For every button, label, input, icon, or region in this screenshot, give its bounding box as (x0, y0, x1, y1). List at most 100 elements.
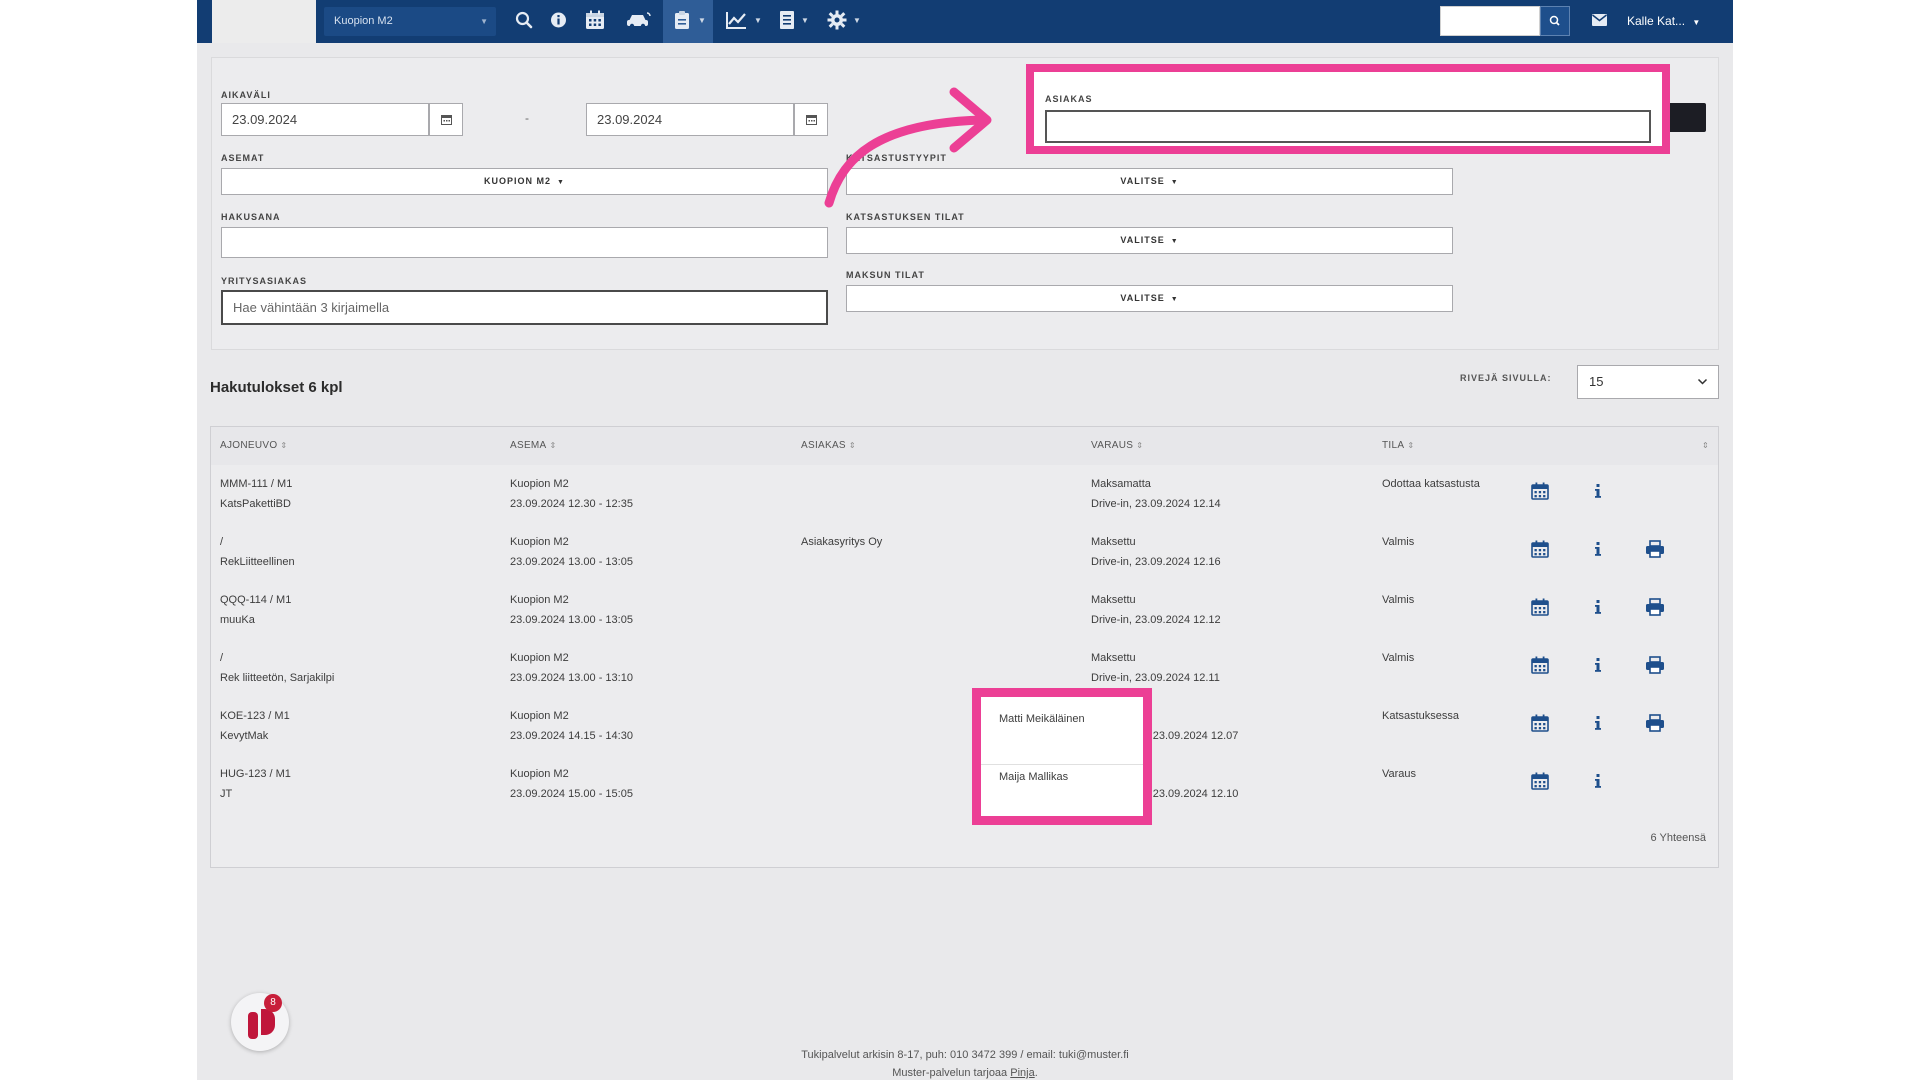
station-cell-line-2: 23.09.2024 13.00 - 13:05 (510, 614, 633, 626)
column-header-asema[interactable]: ASEMA ⇕ (510, 440, 557, 451)
date-range-separator: - (525, 111, 529, 125)
print-icon[interactable] (1645, 656, 1665, 676)
column-header-label: ASIAKAS (801, 440, 846, 451)
table-row[interactable]: / Rek liitteetön, Sarjakilpi Kuopion M2 23.… (211, 639, 1718, 698)
vehicle-cell-line-1: / (220, 536, 224, 548)
date-to-input[interactable]: 23.09.2024 (586, 103, 794, 136)
station-cell: Kuopion M2 23.09.2024 13.00 - 13:05 (510, 532, 633, 572)
status-cell-line-1: Katsastuksessa (1382, 710, 1460, 722)
clipboard-icon[interactable] (673, 10, 691, 30)
customer-name: Maija Mallikas (999, 771, 1069, 783)
calendar-icon[interactable] (1531, 482, 1551, 502)
status-cell: Odottaa katsastusta (1382, 474, 1480, 494)
column-header-actions[interactable]: ⇕ (1699, 440, 1709, 451)
column-header-label: AJONEUVO (220, 440, 278, 451)
print-icon[interactable] (1645, 540, 1665, 560)
info-icon[interactable] (1589, 714, 1609, 734)
gear-icon[interactable] (827, 10, 847, 30)
date-from-input[interactable]: 23.09.2024 (221, 103, 429, 136)
vehicle-cell: KOE-123 / M1 KevytMak (220, 706, 290, 746)
calendar-icon[interactable] (1531, 656, 1551, 676)
support-info: Tukipalvelut arkisin 8-17, puh: 010 3472… (801, 1049, 1129, 1061)
search-icon[interactable] (515, 10, 533, 30)
table-row[interactable]: / RekLiitteellinen Kuopion M2 23.09.2024 13… (211, 523, 1718, 582)
info-icon[interactable] (550, 10, 567, 30)
chart-icon[interactable] (725, 10, 747, 30)
status-cell-line-1: Varaus (1382, 768, 1417, 780)
calendar-icon[interactable] (1531, 598, 1551, 618)
document-icon[interactable] (779, 10, 795, 30)
hakusana-label: HAKUSANA (221, 212, 281, 222)
katsastuksen-tilat-select-value: VALITSE (1120, 235, 1165, 245)
asemat-label: ASEMAT (221, 153, 265, 163)
print-icon[interactable] (1645, 714, 1665, 734)
station-cell-line-2: 23.09.2024 13.00 - 13:05 (510, 556, 633, 568)
column-header-ajoneuvo[interactable]: AJONEUVO ⇕ (220, 440, 287, 451)
table-row[interactable]: KOE-123 / M1 KevytMak Kuopion M2 23.09.2024… (211, 697, 1718, 756)
chevron-down-icon (1697, 366, 1708, 410)
station-cell-line-1: Kuopion M2 (510, 478, 569, 490)
user-name: Kalle Kat... (1627, 14, 1686, 28)
column-header-varaus[interactable]: VARAUS ⇕ (1091, 440, 1143, 451)
column-header-asiakas[interactable]: ASIAKAS ⇕ (801, 440, 856, 451)
calendar-icon[interactable] (585, 10, 605, 30)
asemat-select[interactable]: KUOPION M2 ▼ (221, 168, 828, 195)
maksun-tilat-select[interactable]: VALITSE ▼ (846, 285, 1453, 312)
booking-cell: Maksettu Drive-in, 23.09.2024 12.16 (1091, 532, 1221, 572)
status-cell-line-1: Odottaa katsastusta (1382, 478, 1480, 490)
vehicle-cell: / RekLiitteellinen (220, 532, 295, 572)
print-icon[interactable] (1645, 598, 1665, 618)
customer-names-highlight: Matti Meikäläinen Maija Mallikas (972, 688, 1152, 825)
asiakas-field-highlight: ASIAKAS (1026, 64, 1670, 154)
column-header-label: TILA (1382, 440, 1405, 451)
user-menu[interactable]: Kalle Kat... ▼ (1627, 0, 1700, 43)
status-cell-line-1: Valmis (1382, 594, 1415, 606)
info-icon[interactable] (1589, 482, 1609, 502)
station-cell-line-1: Kuopion M2 (510, 536, 569, 548)
info-icon[interactable] (1589, 656, 1609, 676)
asiakas-label: ASIAKAS (1045, 94, 1093, 104)
table-row[interactable]: HUG-123 / M1 JT Kuopion M2 23.09.2024 15.00… (211, 755, 1718, 814)
vehicle-cell: HUG-123 / M1 JT (220, 764, 291, 804)
rows-per-page-value: 15 (1589, 374, 1604, 389)
column-header-tila[interactable]: TILA ⇕ (1382, 440, 1414, 451)
booking-cell-line-2: Drive-in, 23.09.2024 12.16 (1091, 556, 1221, 568)
booking-cell: Maksamatta Drive-in, 23.09.2024 12.14 (1091, 474, 1221, 514)
car-icon[interactable] (626, 10, 652, 30)
calendar-icon[interactable] (1531, 540, 1551, 560)
station-cell-line-2: 23.09.2024 13.00 - 13:10 (510, 672, 633, 684)
provider-link[interactable]: Pinja (1010, 1067, 1034, 1079)
mail-icon[interactable] (1592, 13, 1607, 31)
station-select-value: Kuopion M2 (334, 15, 393, 27)
global-search-input[interactable] (1440, 6, 1540, 36)
vehicle-cell-line-2: RekLiitteellinen (220, 556, 295, 568)
asiakas-input[interactable] (1045, 110, 1651, 143)
info-icon[interactable] (1589, 540, 1609, 560)
katsastuksen-tilat-select[interactable]: VALITSE ▼ (846, 227, 1453, 254)
info-icon[interactable] (1589, 598, 1609, 618)
booking-cell-line-1: Maksettu (1091, 536, 1136, 548)
info-icon[interactable] (1589, 772, 1609, 792)
customer-cell: Asiakasyritys Oy (801, 532, 882, 552)
yritysasiakas-label: YRITYSASIAKAS (221, 276, 308, 286)
table-row[interactable]: QQQ-114 / M1 muuKa Kuopion M2 23.09.2024 13… (211, 581, 1718, 640)
table-row[interactable]: MMM-111 / M1 KatsPakettiBD Kuopion M2 23.09… (211, 465, 1718, 524)
vehicle-cell-line-1: QQQ-114 / M1 (220, 594, 292, 606)
station-cell-line-2: 23.09.2024 15.00 - 15:05 (510, 788, 633, 800)
app-logo[interactable] (212, 0, 316, 43)
calendar-icon[interactable] (1531, 714, 1551, 734)
calendar-icon[interactable] (1531, 772, 1551, 792)
station-select[interactable]: Kuopion M2 ▼ (324, 7, 496, 36)
global-search-button[interactable] (1540, 6, 1570, 36)
yritysasiakas-input[interactable]: Hae vähintään 3 kirjaimella (221, 290, 828, 325)
hakusana-input[interactable] (221, 227, 828, 258)
booking-cell: Maksettu Drive-in, 23.09.2024 12.11 (1091, 648, 1220, 688)
station-cell: Kuopion M2 23.09.2024 15.00 - 15:05 (510, 764, 633, 804)
rows-per-page-select[interactable]: 15 (1577, 365, 1719, 399)
date-from-calendar-button[interactable] (429, 103, 463, 136)
aikavali-label: AIKAVÄLI (221, 90, 271, 100)
status-cell: Valmis (1382, 590, 1414, 610)
sort-icon: ⇕ (280, 441, 288, 450)
rows-per-page-label: RIVEJÄ SIVULLA: (1460, 373, 1552, 383)
station-cell-line-1: Kuopion M2 (510, 768, 569, 780)
